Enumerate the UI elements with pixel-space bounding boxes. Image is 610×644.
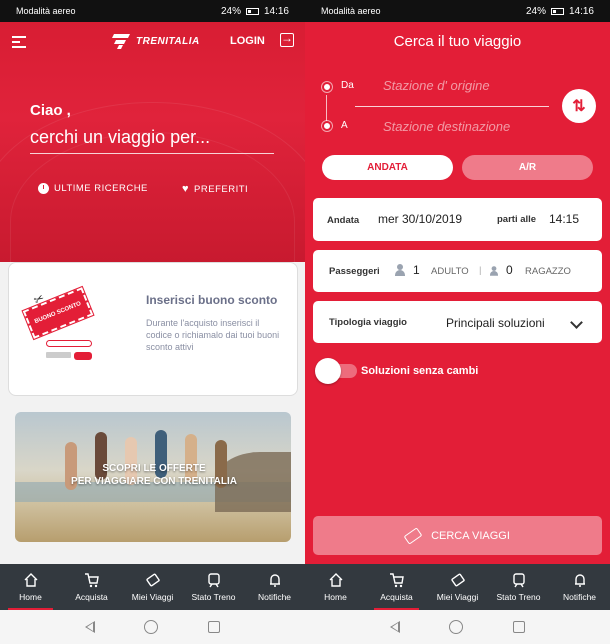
back-icon[interactable] <box>389 621 400 633</box>
nav-miei-viaggi[interactable]: Miei Viaggi <box>122 564 183 610</box>
tab-andata[interactable]: ANDATA <box>322 155 453 180</box>
to-label: A <box>341 120 348 131</box>
date-value[interactable]: mer 30/10/2019 <box>378 212 462 226</box>
time-label: parti alle <box>497 214 537 225</box>
adults-count: 1 <box>413 263 420 277</box>
swap-stations-icon[interactable]: ⇅ <box>562 89 596 123</box>
battery-icon <box>550 7 564 15</box>
nav-miei-viaggi[interactable]: Miei Viaggi <box>427 564 488 610</box>
kid-icon <box>490 266 498 276</box>
destination-dot-icon <box>322 121 332 131</box>
login-arrow-icon[interactable] <box>280 31 294 47</box>
favorites-label: PREFERITI <box>194 183 249 195</box>
trip-type-label: Tipologia viaggio <box>329 317 407 328</box>
battery-percent: 24% <box>220 5 241 17</box>
home-circle-icon[interactable] <box>449 620 464 634</box>
clock-icon <box>38 183 49 194</box>
nav-acquista[interactable]: Acquista <box>366 564 427 610</box>
greeting-search-prompt[interactable]: cerchi un viaggio per... <box>30 127 210 148</box>
origin-station-input[interactable]: Stazione d' origine <box>383 78 490 93</box>
greeting-title: Ciao , <box>30 102 71 119</box>
ticket-icon <box>450 573 465 587</box>
logo-text: TRENITALIA <box>136 35 200 47</box>
trip-type-value: Principali soluzioni <box>446 316 545 330</box>
passengers-label: Passeggeri <box>329 266 380 277</box>
page-title: Cerca il tuo viaggio <box>393 33 522 50</box>
trenitalia-logo: TRENITALIA <box>110 32 200 50</box>
tab-andata-ritorno[interactable]: A/R <box>462 155 593 180</box>
adult-icon <box>395 264 405 276</box>
route-line <box>326 95 327 121</box>
from-label: Da <box>341 80 354 91</box>
system-navigation <box>0 610 305 644</box>
battery-percent: 24% <box>525 5 546 17</box>
menu-icon[interactable] <box>12 36 26 48</box>
status-bar: Modalità aereo 24% 14:16 <box>0 0 305 22</box>
adults-label: ADULTO <box>431 266 469 277</box>
bottom-navigation: Home Acquista Miei Viaggi Stato Treno No… <box>305 564 610 610</box>
nav-acquista[interactable]: Acquista <box>61 564 122 610</box>
heart-icon: ♥ <box>182 183 190 195</box>
train-icon <box>207 573 220 588</box>
nav-home[interactable]: Home <box>0 564 61 610</box>
recent-apps-icon[interactable] <box>513 621 526 633</box>
home-screen: Modalità aereo 24% 14:16 TRENITALIA LOGI… <box>0 0 305 644</box>
coupon-description: Durante l'acquisto inserisci il codice o… <box>146 318 280 352</box>
carrier-text: Modalità aereo <box>16 6 76 16</box>
home-circle-icon[interactable] <box>144 620 159 634</box>
clock: 14:16 <box>263 5 289 17</box>
nav-stato-treno[interactable]: Stato Treno <box>488 564 549 610</box>
passengers-card[interactable]: Passeggeri 1 ADULTO | 0 RAGAZZO <box>313 250 602 292</box>
trip-type-select[interactable]: Tipologia viaggio Principali soluzioni <box>313 301 602 343</box>
greeting-underline <box>30 153 274 154</box>
coupon-title: Inserisci buono sconto <box>146 293 278 307</box>
destination-station-input[interactable]: Stazione destinazione <box>383 119 510 134</box>
system-navigation <box>305 610 610 644</box>
favorites-link[interactable]: ♥ PREFERITI <box>182 183 248 195</box>
nav-stato-treno[interactable]: Stato Treno <box>183 564 244 610</box>
bell-icon <box>574 574 585 587</box>
direct-solutions-label: Soluzioni senza cambi <box>361 365 479 377</box>
recent-apps-icon[interactable] <box>208 621 221 633</box>
direct-solutions-toggle[interactable] <box>315 358 357 384</box>
kids-count: 0 <box>506 263 513 277</box>
station-divider <box>355 106 549 107</box>
carrier-text: Modalità aereo <box>321 6 381 16</box>
recent-searches-link[interactable]: ULTIME RICERCHE <box>38 183 148 194</box>
bottom-navigation: Home Acquista Miei Viaggi Stato Treno No… <box>0 564 305 610</box>
ticket-icon <box>403 526 423 545</box>
nav-notifiche[interactable]: Notifiche <box>244 564 305 610</box>
home-icon <box>24 573 37 587</box>
bell-icon <box>269 574 280 587</box>
trenitalia-mark-icon <box>112 34 130 49</box>
passenger-separator: | <box>479 265 482 276</box>
search-trips-button[interactable]: CERCA VIAGGI <box>313 516 602 555</box>
clock: 14:16 <box>568 5 594 17</box>
coupon-ticket-text: BUONO SCONTO <box>33 300 83 326</box>
date-label: Andata <box>327 215 360 226</box>
home-icon <box>329 573 342 587</box>
nav-notifiche[interactable]: Notifiche <box>549 564 610 610</box>
status-bar: Modalità aereo 24% 14:16 <box>305 0 610 22</box>
battery-icon <box>245 7 259 15</box>
cart-icon <box>389 573 404 588</box>
login-button[interactable]: LOGIN <box>230 35 265 47</box>
ticket-icon <box>145 573 160 587</box>
train-icon <box>512 573 525 588</box>
origin-dot-icon <box>322 82 332 92</box>
cart-icon <box>84 573 99 588</box>
recent-searches-label: ULTIME RICERCHE <box>54 183 148 194</box>
back-icon[interactable] <box>84 621 95 633</box>
offers-banner-text: SCOPRI LE OFFERTE PER VIAGGIARE CON TREN… <box>71 463 237 487</box>
coupon-form-illustration <box>46 340 92 360</box>
date-time-card[interactable]: Andata mer 30/10/2019 parti alle 14:15 <box>313 198 602 241</box>
search-trips-label: CERCA VIAGGI <box>431 529 510 542</box>
time-value[interactable]: 14:15 <box>549 212 579 226</box>
kids-label: RAGAZZO <box>525 266 571 277</box>
nav-home[interactable]: Home <box>305 564 366 610</box>
